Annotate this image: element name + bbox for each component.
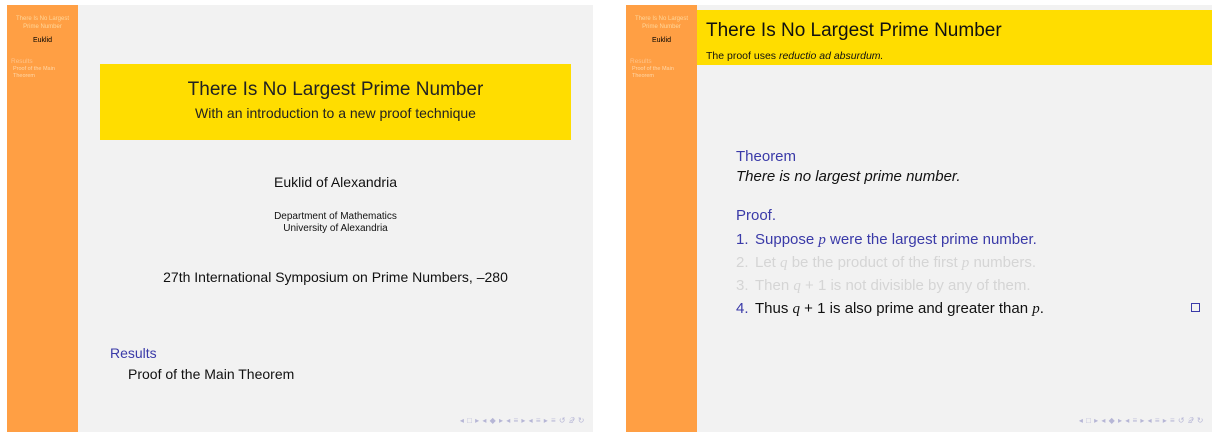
sidebar-section[interactable]: Results	[7, 58, 78, 65]
title-box: There Is No Largest Prime Number With an…	[100, 64, 571, 140]
step-text: Let q be the product of the first p numb…	[755, 254, 1036, 271]
frame-title: There Is No Largest Prime Number	[706, 20, 1002, 41]
institute-line-2: University of Alexandria	[283, 223, 388, 234]
frame-subtitle-emphasis: reductio ad absurdum.	[778, 50, 884, 62]
proof-step: 4. Thus q + 1 is also prime and greater …	[736, 297, 1202, 320]
frame-title-bar: There Is No Largest Prime Number The pro…	[697, 10, 1212, 65]
sidebar-author[interactable]: Euklid	[626, 37, 697, 44]
institute: Department of Mathematics University of …	[78, 211, 593, 235]
proof-step: 1. Suppose p were the largest prime numb…	[736, 228, 1202, 251]
toc-section[interactable]: Results	[110, 345, 157, 361]
navigation-symbols[interactable]: ◂ □ ▸ ◂ ◆ ▸ ◂ ≡ ▸ ◂ ≡ ▸ ≡ ↺ 𝒬 ↻	[460, 416, 585, 426]
sidebar-author[interactable]: Euklid	[7, 37, 78, 44]
step-number: 3.	[736, 277, 749, 294]
title-slide: There Is No Largest Prime Number Euklid …	[7, 5, 593, 432]
step-number: 4.	[736, 300, 749, 317]
step-number: 1.	[736, 231, 749, 248]
proof-heading: Proof.	[736, 207, 777, 224]
theorem-heading: Theorem	[736, 148, 797, 165]
step-number: 2.	[736, 254, 749, 271]
slide-content: There Is No Largest Prime Number The pro…	[697, 5, 1212, 432]
date: 27th International Symposium on Prime Nu…	[163, 269, 508, 285]
navigation-symbols[interactable]: ◂ □ ▸ ◂ ◆ ▸ ◂ ≡ ▸ ◂ ≡ ▸ ≡ ↺ 𝒬 ↻	[1079, 416, 1204, 426]
proof-step: 3. Then q + 1 is not divisible by any of…	[736, 274, 1202, 297]
slide-title: There Is No Largest Prime Number	[187, 79, 484, 100]
step-text: Suppose p were the largest prime number.	[755, 231, 1037, 248]
frame-subtitle-text: The proof uses	[706, 50, 779, 62]
institute-line-1: Department of Mathematics	[274, 211, 397, 222]
sidebar: There Is No Largest Prime Number Euklid …	[626, 5, 697, 432]
proof-steps: 1. Suppose p were the largest prime numb…	[736, 228, 1202, 320]
slide-subtitle: With an introduction to a new proof tech…	[195, 105, 476, 121]
sidebar-title[interactable]: There Is No Largest Prime Number	[626, 15, 697, 31]
sidebar-section[interactable]: Results	[626, 58, 697, 65]
theorem-body: There is no largest prime number.	[736, 168, 961, 185]
qed-square-icon	[1191, 303, 1200, 312]
sidebar-subsection[interactable]: Proof of the Main Theorem	[7, 66, 78, 80]
proof-slide: There Is No Largest Prime Number Euklid …	[626, 5, 1212, 432]
step-text: Then q + 1 is not divisible by any of th…	[755, 277, 1031, 294]
frame-subtitle: The proof uses reductio ad absurdum.	[706, 50, 883, 62]
step-text: Thus q + 1 is also prime and greater tha…	[755, 300, 1044, 317]
toc-subsection[interactable]: Proof of the Main Theorem	[128, 366, 294, 382]
sidebar-title[interactable]: There Is No Largest Prime Number	[7, 15, 78, 31]
slide-content: There Is No Largest Prime Number With an…	[78, 5, 593, 432]
sidebar: There Is No Largest Prime Number Euklid …	[7, 5, 78, 432]
author: Euklid of Alexandria	[274, 174, 397, 190]
proof-step: 2. Let q be the product of the first p n…	[736, 251, 1202, 274]
sidebar-subsection[interactable]: Proof of the Main Theorem	[626, 66, 697, 80]
